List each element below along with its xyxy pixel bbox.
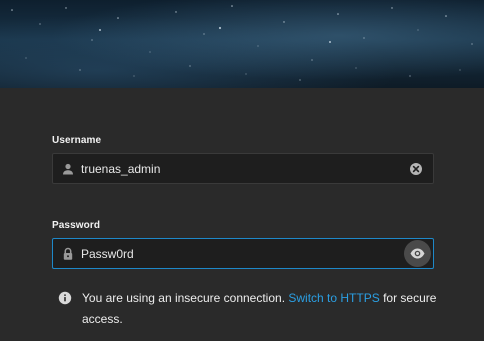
clear-circle-icon[interactable]	[409, 162, 423, 176]
toggle-password-visibility-button[interactable]	[404, 240, 431, 267]
username-field[interactable]: truenas_admin	[52, 153, 434, 184]
username-value: truenas_admin	[81, 162, 161, 176]
password-field[interactable]: Passw0rd	[52, 238, 434, 269]
lock-icon	[61, 247, 75, 261]
password-label: Password	[52, 220, 101, 231]
notice-text: You are using an insecure connection. Sw…	[82, 288, 452, 330]
switch-to-https-link[interactable]: Switch to HTTPS	[288, 291, 379, 305]
login-card: Username truenas_admin Password Passw0rd	[0, 88, 484, 341]
person-icon	[61, 162, 75, 176]
username-label: Username	[52, 135, 102, 146]
hero-background-image	[0, 0, 484, 88]
eye-icon	[410, 248, 425, 259]
notice-text-before: You are using an insecure connection.	[82, 291, 289, 305]
info-icon	[58, 291, 72, 305]
password-value: Passw0rd	[81, 247, 134, 261]
